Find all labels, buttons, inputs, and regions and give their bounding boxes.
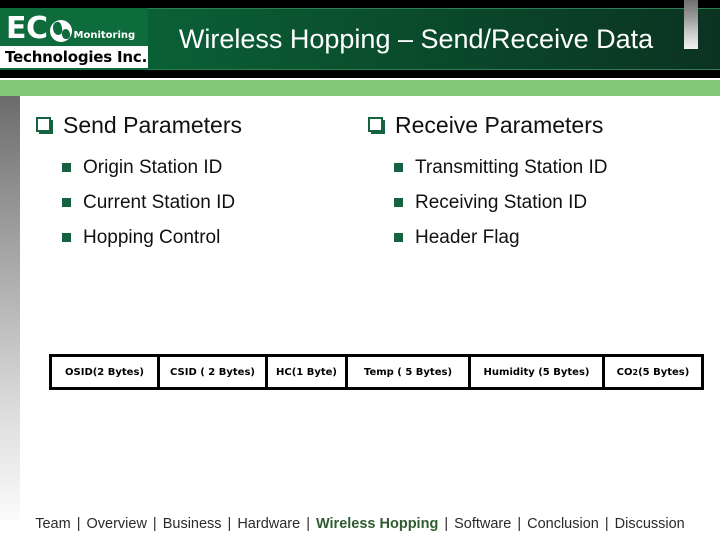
list-item-label: Origin Station ID: [83, 156, 223, 178]
packet-field-cell: CO 2 (5 Bytes): [616, 366, 690, 378]
header-gray-tab: [684, 0, 698, 49]
list-item-label: Receiving Station ID: [415, 191, 588, 213]
list-item-label: Hopping Control: [83, 226, 221, 248]
send-parameters-list: Origin Station ID Current Station ID Hop…: [36, 150, 366, 255]
packet-field-cell: CSID ( 2 Bytes): [160, 357, 268, 387]
packet-field-cell: HC(1 Byte): [268, 357, 348, 387]
send-parameters-column: Send Parameters Origin Station ID Curren…: [36, 108, 366, 255]
nav-item-discussion[interactable]: Discussion: [610, 516, 690, 532]
hollow-square-bullet-icon: [368, 116, 385, 134]
list-item: Current Station ID: [36, 185, 366, 220]
list-item: Hopping Control: [36, 220, 366, 255]
logo-monitoring-label: Monitoring: [73, 30, 136, 41]
heading-label: Receive Parameters: [395, 111, 604, 138]
filled-square-bullet-icon: [62, 233, 71, 242]
nav-item-conclusion[interactable]: Conclusion: [522, 516, 604, 532]
list-item: Origin Station ID: [36, 150, 366, 185]
list-item: Header Flag: [368, 220, 698, 255]
logo-wordmark: EC: [6, 11, 48, 46]
receive-parameters-heading: Receive Parameters: [368, 108, 698, 142]
nav-item-business[interactable]: Business: [158, 516, 227, 532]
nav-item-team[interactable]: Team: [30, 516, 75, 532]
footer-navigation: Team | Overview | Business | Hardware | Wireless…: [0, 512, 720, 536]
packet-field-cell: Humidity (5 Bytes): [471, 357, 605, 387]
list-item: Receiving Station ID: [368, 185, 698, 220]
filled-square-bullet-icon: [394, 163, 403, 172]
logo-bottom-band: Technologies Inc.: [0, 46, 148, 68]
nav-item-overview[interactable]: Overview: [81, 516, 151, 532]
logo-company-name: Technologies Inc.: [5, 47, 148, 66]
accent-green-band: [0, 80, 720, 96]
filled-square-bullet-icon: [62, 198, 71, 207]
list-item: Transmitting Station ID: [368, 150, 698, 185]
filled-square-bullet-icon: [394, 198, 403, 207]
heading-label: Send Parameters: [63, 111, 242, 138]
globe-icon: [49, 20, 72, 42]
nav-item-wireless-hopping[interactable]: Wireless Hopping: [311, 516, 443, 532]
filled-square-bullet-icon: [394, 233, 403, 242]
nav-item-software[interactable]: Software: [449, 516, 516, 532]
hollow-square-bullet-icon: [36, 116, 53, 134]
filled-square-bullet-icon: [62, 163, 71, 172]
list-item-label: Current Station ID: [83, 191, 236, 213]
packet-field-cell: Temp ( 5 Bytes): [348, 357, 471, 387]
list-item-label: Transmitting Station ID: [415, 156, 608, 178]
send-parameters-heading: Send Parameters: [36, 108, 366, 142]
logo-top-row: EC Monitoring: [6, 10, 135, 44]
packet-field-cell: OSID(2 Bytes): [52, 357, 160, 387]
left-gray-strip: [0, 96, 20, 520]
company-logo: EC Monitoring Technologies Inc.: [0, 8, 148, 70]
nav-item-hardware[interactable]: Hardware: [232, 516, 305, 532]
receive-parameters-column: Receive Parameters Transmitting Station …: [368, 108, 698, 255]
slide-title: Wireless Hopping – Send/Receive Data: [178, 24, 654, 54]
list-item-label: Header Flag: [415, 226, 520, 248]
receive-parameters-list: Transmitting Station ID Receiving Statio…: [368, 150, 698, 255]
packet-structure-diagram: OSID(2 Bytes) CSID ( 2 Bytes) HC(1 Byte) Te…: [49, 354, 704, 390]
